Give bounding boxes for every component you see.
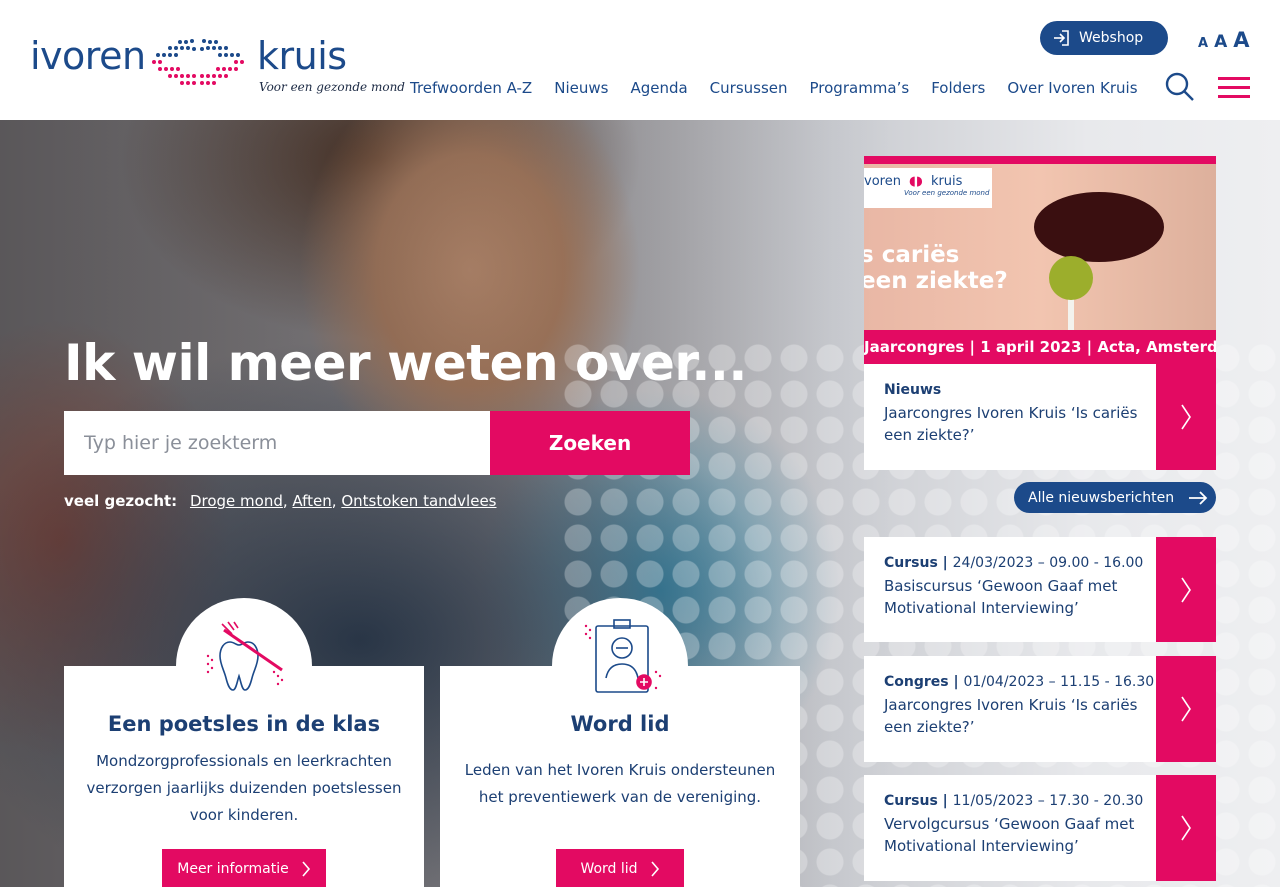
news-logo-word2: kruis: [930, 174, 963, 189]
agenda-arrow-button[interactable]: [1156, 775, 1216, 881]
agenda-category: Cursus |: [884, 793, 948, 809]
news-title: Jaarcongres Ivoren Kruis ‘Is cariës een …: [884, 404, 1138, 444]
login-icon: [1054, 30, 1069, 46]
font-size-switcher: A A A: [1198, 28, 1250, 52]
agenda-arrow-button[interactable]: [1156, 656, 1216, 762]
lollipop: [1049, 256, 1093, 300]
headline-line-1: s cariës: [864, 242, 960, 268]
agenda-category: Cursus |: [884, 555, 948, 571]
popular-link-aften[interactable]: Aften: [292, 492, 331, 510]
agenda-arrow-button[interactable]: [1156, 537, 1216, 642]
popular-link-droge-mond[interactable]: Droge mond: [190, 492, 283, 510]
card-text: Leden van het Ivoren Kruis ondersteunen …: [464, 761, 776, 806]
hero-title: Ik wil meer weten over...: [64, 334, 747, 392]
tooth-brush-icon: [206, 621, 284, 691]
logo-word-kruis: kruis: [257, 34, 347, 78]
agenda-title: Basiscursus ‘Gewoon Gaaf met Motivationa…: [884, 577, 1118, 617]
chevron-right-icon: [1181, 815, 1191, 841]
agenda-category-line: Congres | 01/04/2023 – 11.15 - 16.30: [884, 674, 1154, 690]
member-card-icon: [584, 619, 662, 693]
popular-link-tandvlees[interactable]: Ontstoken tandvlees: [341, 492, 496, 510]
card-word-lid: Word lid Leden van het Ivoren Kruis onde…: [440, 598, 800, 887]
site-header: ivoren kruis Voor een gezonde mond Websh…: [0, 0, 1280, 120]
mouth-shape: [1034, 192, 1164, 262]
headline-line-2: een ziekte?: [864, 268, 1008, 294]
agenda-text: Cursus | 11/05/2023 – 17.30 - 20.30 Verv…: [884, 793, 1144, 857]
chevron-right-icon: [1181, 577, 1191, 602]
lips-logo-icon: [152, 39, 244, 85]
search-button[interactable]: Zoeken: [490, 411, 690, 475]
nav-trefwoorden[interactable]: Trefwoorden A-Z: [410, 79, 532, 97]
all-news-label: Alle nieuwsberichten: [1028, 489, 1175, 506]
main-nav: Trefwoorden A-Z Nieuws Agenda Cursussen …: [410, 79, 1160, 97]
chevron-right-icon: [650, 861, 659, 877]
agenda-item[interactable]: Cursus | 24/03/2023 – 09.00 - 16.00 Basi…: [864, 537, 1216, 642]
popular-label: veel gezocht:: [64, 492, 178, 510]
site-logo[interactable]: ivoren kruis Voor een gezonde mond: [30, 34, 405, 100]
agenda-item[interactable]: Congres | 01/04/2023 – 11.15 - 16.30 Jaa…: [864, 656, 1216, 762]
news-image[interactable]: voren ◖◗ kruis Voor een gezonde mond s c…: [864, 156, 1216, 364]
agenda-date: 01/04/2023 – 11.15 - 16.30: [963, 674, 1155, 690]
menu-icon[interactable]: [1218, 77, 1250, 99]
webshop-button[interactable]: Webshop: [1040, 21, 1168, 55]
agenda-category-line: Cursus | 11/05/2023 – 17.30 - 20.30: [884, 793, 1144, 809]
meer-informatie-button[interactable]: Meer informatie: [162, 849, 326, 887]
chevron-right-icon: [302, 861, 310, 877]
nav-folders[interactable]: Folders: [931, 79, 985, 97]
nav-over[interactable]: Over Ivoren Kruis: [1007, 79, 1137, 97]
news-image-headline: s cariës een ziekte?: [864, 242, 1008, 294]
agenda-category-line: Cursus | 24/03/2023 – 09.00 - 16.00: [884, 555, 1144, 571]
news-image-logo: voren ◖◗ kruis Voor een gezonde mond: [864, 168, 992, 208]
all-news-button[interactable]: Alle nieuwsberichten: [1014, 482, 1216, 513]
hero-section: Ik wil meer weten over... Zoeken veel ge…: [0, 120, 1280, 887]
nav-agenda[interactable]: Agenda: [630, 79, 687, 97]
search-icon[interactable]: [1165, 72, 1195, 102]
font-size-medium[interactable]: A: [1214, 32, 1227, 52]
news-image-strip: Jaarcongres | 1 april 2023 | Acta, Amste…: [864, 330, 1216, 364]
card-poetsles: Een poetsles in de klas Mondzorgprofessi…: [64, 598, 424, 887]
popular-searches: veel gezocht: Droge mond, Aften, Ontstok…: [64, 492, 497, 510]
word-lid-button[interactable]: Word lid: [556, 849, 684, 887]
nav-programmas[interactable]: Programma’s: [810, 79, 910, 97]
logo-word-ivoren: ivoren: [30, 34, 146, 78]
news-category: Nieuws: [884, 382, 942, 398]
search-input[interactable]: [64, 411, 490, 475]
agenda-date: 24/03/2023 – 09.00 - 16.00: [952, 555, 1144, 571]
news-logo-tagline: Voor een gezonde mond: [904, 189, 990, 197]
agenda-text: Congres | 01/04/2023 – 11.15 - 16.30 Jaa…: [884, 674, 1154, 738]
card-text: Mondzorgprofessionals en leerkrachten ve…: [86, 752, 402, 824]
news-card-text: Nieuws Jaarcongres Ivoren Kruis ‘Is cari…: [884, 382, 1144, 446]
agenda-title: Vervolgcursus ‘Gewoon Gaaf met Motivatio…: [884, 815, 1135, 855]
lips-logo-icon: ◖◗: [909, 174, 923, 189]
nav-nieuws[interactable]: Nieuws: [554, 79, 608, 97]
button-label: Meer informatie: [177, 861, 289, 877]
news-logo-word1: voren: [864, 174, 901, 189]
font-size-large[interactable]: A: [1233, 28, 1249, 52]
news-card[interactable]: Nieuws Jaarcongres Ivoren Kruis ‘Is cari…: [864, 364, 1216, 470]
card-title: Een poetsles in de klas: [107, 712, 381, 736]
agenda-category: Congres |: [884, 674, 959, 690]
agenda-date: 11/05/2023 – 17.30 - 20.30: [952, 793, 1144, 809]
agenda-title: Jaarcongres Ivoren Kruis ‘Is cariës een …: [884, 696, 1138, 736]
agenda-item[interactable]: Cursus | 11/05/2023 – 17.30 - 20.30 Verv…: [864, 775, 1216, 881]
agenda-text: Cursus | 24/03/2023 – 09.00 - 16.00 Basi…: [884, 555, 1144, 619]
news-arrow-button[interactable]: [1156, 364, 1216, 470]
webshop-label: Webshop: [1079, 30, 1144, 46]
chevron-right-icon: [1181, 404, 1191, 430]
card-title: Word lid: [570, 712, 670, 736]
chevron-right-icon: [1181, 696, 1191, 722]
font-size-small[interactable]: A: [1198, 36, 1208, 51]
nav-cursussen[interactable]: Cursussen: [710, 79, 788, 97]
button-label: Word lid: [580, 861, 638, 877]
arrow-right-icon: [1189, 490, 1208, 505]
logo-tagline: Voor een gezonde mond: [259, 80, 405, 94]
